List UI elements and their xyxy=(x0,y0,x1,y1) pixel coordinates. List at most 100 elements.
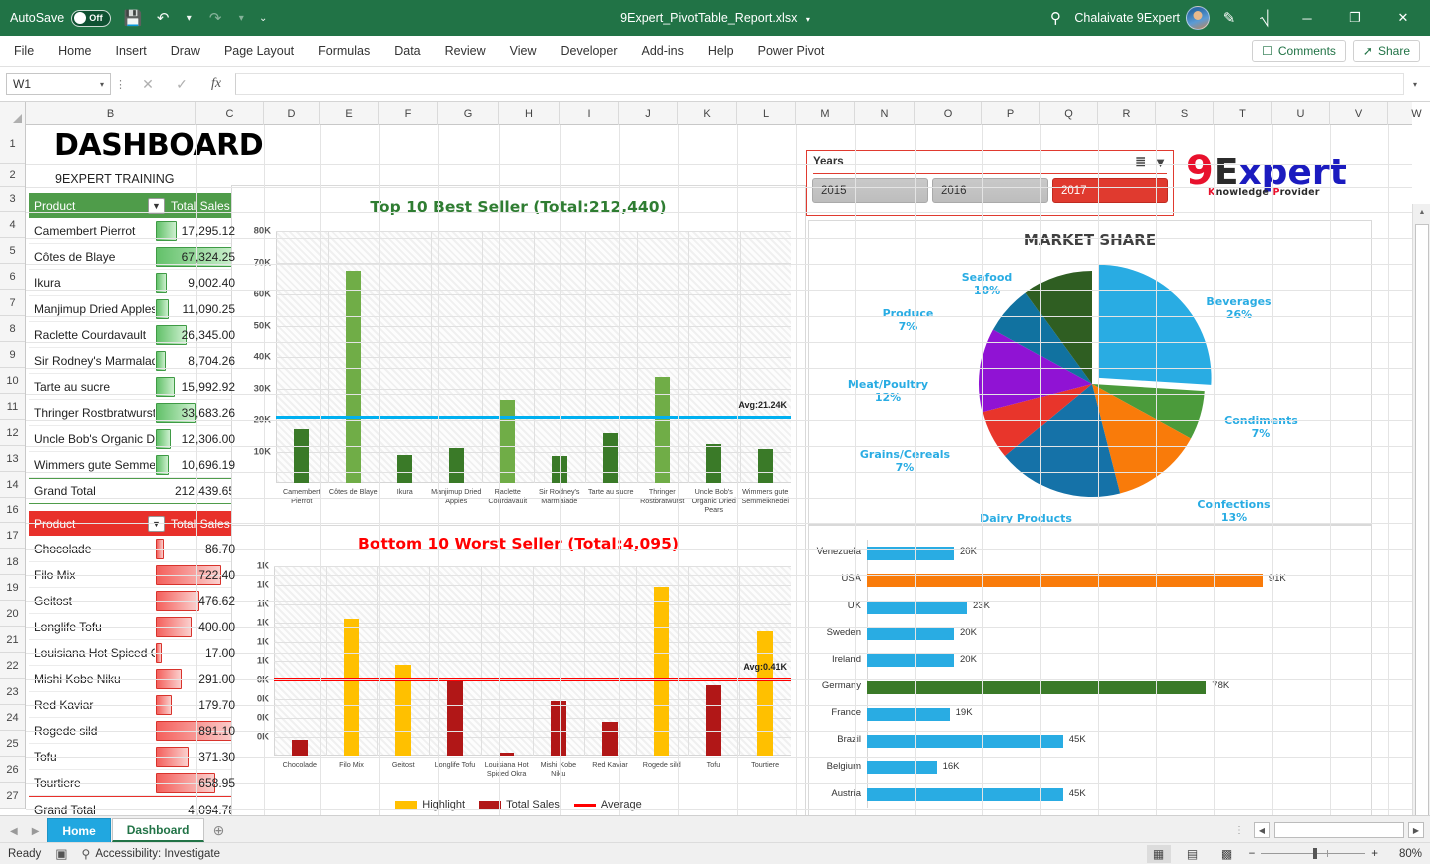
scroll-grip-icon[interactable]: ⋮ xyxy=(1234,825,1250,840)
hscroll-left-icon[interactable]: ◀ xyxy=(1254,822,1270,838)
chevron-down-icon[interactable]: ▾ xyxy=(100,80,104,89)
column-header-O[interactable]: O xyxy=(915,102,982,125)
page-break-view-icon[interactable]: ▩ xyxy=(1215,845,1239,863)
ribbon-tab-draw[interactable]: Draw xyxy=(159,36,212,67)
close-button[interactable]: ✕ xyxy=(1380,0,1426,36)
column-header-B[interactable]: B xyxy=(26,102,196,125)
account-name[interactable]: Chalaivate 9Expert xyxy=(1074,11,1180,25)
table-row[interactable]: Ikura9,002.40 xyxy=(29,270,239,296)
zoom-level[interactable]: 80% xyxy=(1388,848,1422,860)
slicer-years[interactable]: Years ≣ ▼ 2015 2016 2017 xyxy=(806,150,1174,216)
row-header-22[interactable]: 22 xyxy=(0,653,25,679)
table-row[interactable]: Thringer Rostbratwurst33,683.26 xyxy=(29,400,239,426)
row-header-10[interactable]: 10 xyxy=(0,368,25,394)
ribbon-tab-file[interactable]: File xyxy=(0,36,46,67)
macro-record-button[interactable]: ▣ xyxy=(55,846,67,862)
column-header-U[interactable]: U xyxy=(1272,102,1330,125)
normal-view-icon[interactable]: ▦ xyxy=(1147,845,1171,863)
restore-button[interactable]: ❐ xyxy=(1332,0,1378,36)
accessibility-checker[interactable]: ⚲ Accessibility: Investigate xyxy=(82,847,220,861)
row-header-12[interactable]: 12 xyxy=(0,420,25,446)
sheet-tab-dashboard[interactable]: Dashboard xyxy=(112,818,205,842)
row-header-5[interactable]: 5 xyxy=(0,238,25,264)
autosave-toggle[interactable]: AutoSave Off xyxy=(10,10,111,27)
column-header-R[interactable]: R xyxy=(1098,102,1156,125)
row-header-18[interactable]: 18 xyxy=(0,549,25,575)
table-row[interactable]: Camembert Pierrot17,295.12 xyxy=(29,218,239,244)
undo-icon[interactable]: ↶ xyxy=(149,5,177,31)
undo-dropdown-icon[interactable]: ▾ xyxy=(179,5,199,31)
hscroll-right-icon[interactable]: ▶ xyxy=(1408,822,1424,838)
expand-formula-bar-icon[interactable]: ▾ xyxy=(1406,80,1424,89)
formula-bar-grip[interactable]: ⋮ xyxy=(111,78,131,91)
minimize-button[interactable]: ─ xyxy=(1284,0,1330,36)
row-header-13[interactable]: 13 xyxy=(0,446,25,472)
column-header-H[interactable]: H xyxy=(499,102,560,125)
row-header-17[interactable]: 17 xyxy=(0,523,25,549)
row-header-1[interactable]: 1 xyxy=(0,125,25,164)
table-row[interactable]: Manjimup Dried Apples11,090.25 xyxy=(29,296,239,322)
title-dropdown-icon[interactable]: ▾ xyxy=(806,15,810,24)
table-row[interactable]: Sir Rodney's Marmalade8,704.26 xyxy=(29,348,239,374)
ribbon-tab-power-pivot[interactable]: Power Pivot xyxy=(746,36,837,67)
redo-dropdown-icon[interactable]: ▾ xyxy=(231,5,251,31)
row-header-7[interactable]: 7 xyxy=(0,290,25,316)
row-header-25[interactable]: 25 xyxy=(0,731,25,757)
row-header-24[interactable]: 24 xyxy=(0,705,25,731)
cancel-icon[interactable]: ✕ xyxy=(131,76,165,93)
ribbon-tab-developer[interactable]: Developer xyxy=(549,36,630,67)
vertical-scroll-thumb[interactable] xyxy=(1415,224,1429,824)
column-header-S[interactable]: S xyxy=(1156,102,1214,125)
row-header-9[interactable]: 9 xyxy=(0,342,25,368)
redo-icon[interactable]: ↷ xyxy=(201,5,229,31)
enter-icon[interactable]: ✓ xyxy=(165,76,199,93)
zoom-out-button[interactable]: − xyxy=(1249,848,1256,860)
slicer-item-2015[interactable]: 2015 xyxy=(812,178,928,203)
ribbon-tab-add-ins[interactable]: Add-ins xyxy=(630,36,696,67)
avatar[interactable] xyxy=(1186,6,1210,30)
column-header-I[interactable]: I xyxy=(560,102,619,125)
row-header-19[interactable]: 19 xyxy=(0,575,25,601)
add-sheet-icon[interactable]: ⊕ xyxy=(205,818,231,842)
row-header-14[interactable]: 14 xyxy=(0,472,25,498)
ribbon-tab-insert[interactable]: Insert xyxy=(104,36,159,67)
horizontal-scroll-track[interactable] xyxy=(1274,822,1404,838)
ribbon-tab-formulas[interactable]: Formulas xyxy=(306,36,382,67)
row-header-3[interactable]: 3 xyxy=(0,187,25,212)
comments-button[interactable]: ☐ Comments xyxy=(1252,40,1346,62)
share-button[interactable]: ➚ Share xyxy=(1353,40,1420,62)
column-header-K[interactable]: K xyxy=(678,102,737,125)
column-header-N[interactable]: N xyxy=(855,102,915,125)
ribbon-display-options-icon[interactable]: ⎷ xyxy=(1248,1,1282,35)
ribbon-tab-view[interactable]: View xyxy=(498,36,549,67)
column-header-F[interactable]: F xyxy=(379,102,438,125)
column-header-Q[interactable]: Q xyxy=(1040,102,1098,125)
pen-icon[interactable]: ✎ xyxy=(1212,1,1246,35)
autosave-switch[interactable]: Off xyxy=(71,10,111,27)
column-header-L[interactable]: L xyxy=(737,102,796,125)
column-header-T[interactable]: T xyxy=(1214,102,1272,125)
customize-quick-access-icon[interactable]: ⌄ xyxy=(253,5,273,31)
column-header-D[interactable]: D xyxy=(264,102,320,125)
column-header-W[interactable]: W xyxy=(1388,102,1430,125)
column-header-E[interactable]: E xyxy=(320,102,379,125)
row-header-26[interactable]: 26 xyxy=(0,757,25,783)
column-header-C[interactable]: C xyxy=(196,102,264,125)
row-header-4[interactable]: 4 xyxy=(0,212,25,238)
previous-sheet-icon[interactable]: ◀ xyxy=(10,826,18,837)
select-all-corner[interactable] xyxy=(0,102,26,125)
row-header-20[interactable]: 20 xyxy=(0,601,25,627)
document-title[interactable]: 9Expert_PivotTable_Report.xlsx xyxy=(620,11,797,25)
column-header-V[interactable]: V xyxy=(1330,102,1388,125)
row-header-23[interactable]: 23 xyxy=(0,679,25,705)
slicer-item-2016[interactable]: 2016 xyxy=(932,178,1048,203)
table-row[interactable]: Uncle Bob's Organic Dried Pea12,306.00 xyxy=(29,426,239,452)
column-header-J[interactable]: J xyxy=(619,102,678,125)
column-header-G[interactable]: G xyxy=(438,102,499,125)
chart-panel-sales-by-country[interactable]: Venezuela20KUSA91KUK23KSweden20KIreland2… xyxy=(808,525,1372,815)
multi-select-icon[interactable]: ≣ xyxy=(1135,154,1146,170)
zoom-track[interactable] xyxy=(1261,853,1365,854)
chart-panel-bottom-seller[interactable]: Bottom 10 Worst Seller (Total:4,095) 1K1… xyxy=(231,525,806,815)
name-box[interactable]: W1 ▾ xyxy=(6,73,111,95)
zoom-slider[interactable]: − + xyxy=(1249,848,1378,860)
